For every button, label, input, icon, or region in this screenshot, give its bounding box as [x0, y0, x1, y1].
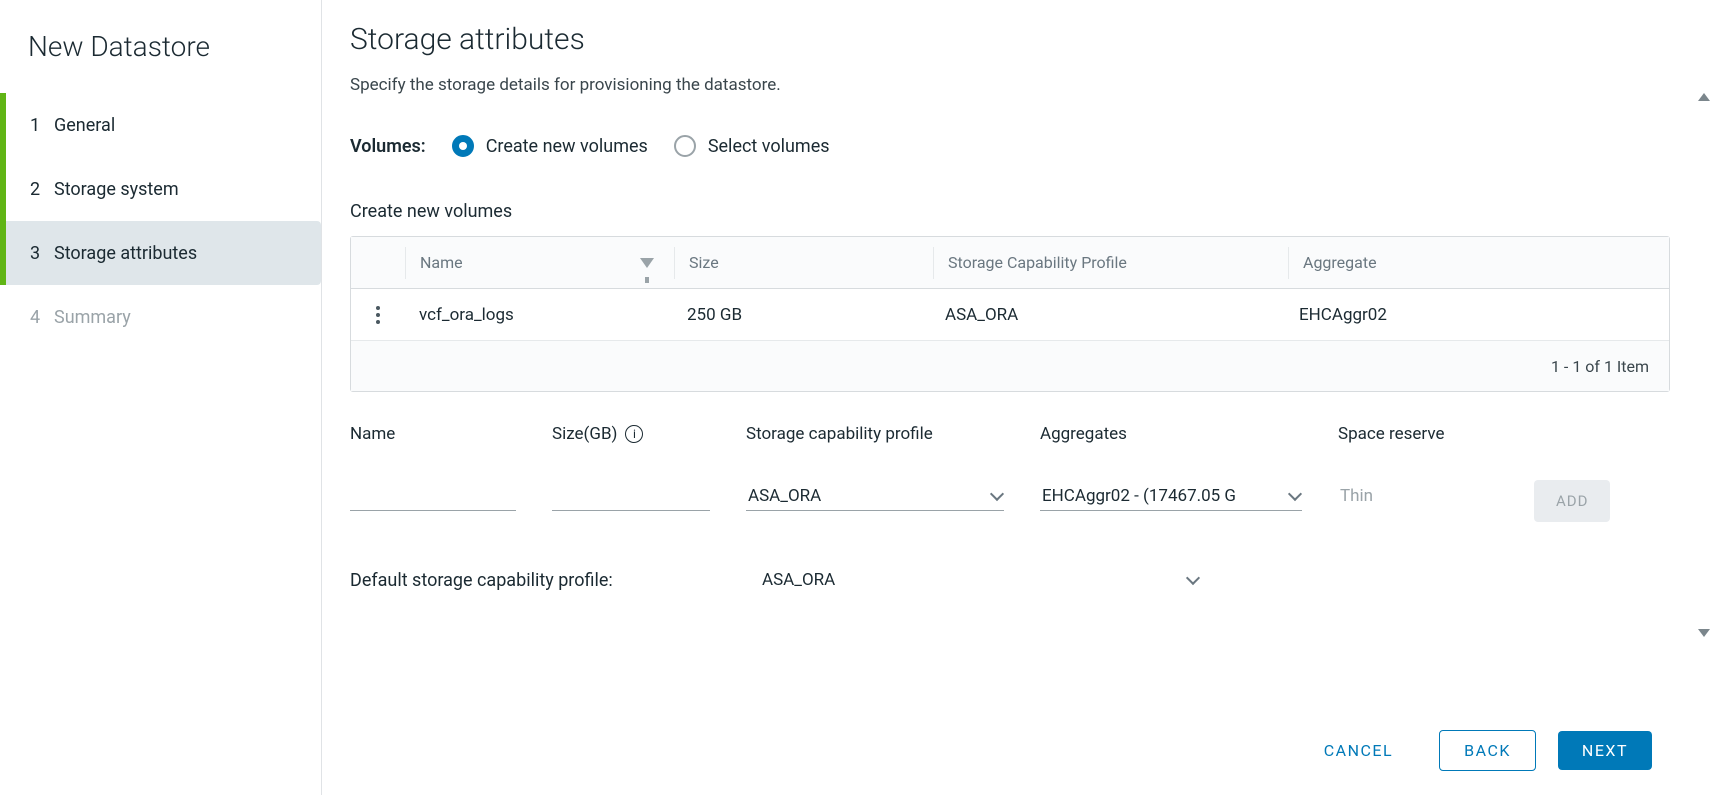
name-input[interactable]	[350, 482, 516, 511]
radio-select-volumes[interactable]: Select volumes	[674, 135, 830, 157]
cell-name: vcf_ora_logs	[405, 305, 673, 325]
page-subtitle: Specify the storage details for provisio…	[350, 75, 1670, 95]
scroll-down-icon[interactable]	[1698, 626, 1710, 640]
table-pagination: 1 - 1 of 1 Item	[351, 341, 1669, 391]
radio-icon	[674, 135, 696, 157]
label-name: Name	[350, 424, 516, 444]
step-label: Storage attributes	[54, 243, 197, 264]
step-label: Storage system	[54, 179, 179, 200]
step-label: General	[54, 115, 115, 136]
info-icon[interactable]: i	[625, 425, 643, 443]
size-input[interactable]	[552, 482, 710, 511]
volumes-table: Name Size Storage Capability Profile Agg…	[350, 236, 1670, 392]
cancel-button[interactable]: CANCEL	[1300, 731, 1417, 770]
step-label: Summary	[54, 307, 131, 328]
aggregates-value: EHCAggr02 - (17467.05 G	[1042, 486, 1236, 506]
radio-create-new-volumes[interactable]: Create new volumes	[452, 135, 648, 157]
aggregates-select[interactable]: EHCAggr02 - (17467.05 G	[1040, 482, 1302, 511]
chevron-down-icon	[990, 487, 1004, 501]
label-default-scp: Default storage capability profile:	[350, 570, 760, 591]
step-summary: 4 Summary	[0, 285, 321, 349]
table-row: vcf_ora_logs 250 GB ASA_ORA EHCAggr02	[351, 289, 1669, 341]
row-actions-menu-icon[interactable]	[376, 306, 380, 324]
main-panel: Storage attributes Specify the storage d…	[322, 0, 1710, 795]
back-button[interactable]: BACK	[1439, 730, 1536, 771]
step-storage-system[interactable]: 2 Storage system	[0, 157, 321, 221]
cell-aggregate: EHCAggr02	[1285, 305, 1669, 325]
chevron-down-icon	[1186, 571, 1200, 585]
label-space-reserve: Space reserve	[1338, 424, 1498, 444]
step-storage-attributes[interactable]: 3 Storage attributes	[0, 221, 321, 285]
cell-size: 250 GB	[673, 305, 931, 325]
wizard-footer: CANCEL BACK NEXT	[350, 705, 1680, 795]
label-size: Size(GB)	[552, 424, 617, 444]
col-header-size: Size	[675, 253, 933, 272]
default-scp-select[interactable]: ASA_ORA	[760, 566, 1200, 594]
col-header-aggregate: Aggregate	[1289, 253, 1669, 272]
table-header-row: Name Size Storage Capability Profile Agg…	[351, 237, 1669, 289]
label-aggregates: Aggregates	[1040, 424, 1302, 444]
col-header-scp: Storage Capability Profile	[934, 253, 1288, 272]
add-button[interactable]: ADD	[1534, 480, 1610, 522]
next-button[interactable]: NEXT	[1558, 731, 1652, 770]
filter-icon[interactable]	[640, 258, 654, 268]
create-volumes-heading: Create new volumes	[350, 201, 1670, 222]
col-header-name: Name	[420, 253, 463, 272]
space-reserve-value: Thin	[1338, 482, 1498, 510]
radio-icon	[452, 135, 474, 157]
default-scp-value: ASA_ORA	[762, 570, 835, 590]
page-title: Storage attributes	[350, 22, 1670, 57]
step-general[interactable]: 1 General	[0, 93, 321, 157]
label-scp: Storage capability profile	[746, 424, 1004, 444]
radio-label: Create new volumes	[486, 136, 648, 157]
radio-label: Select volumes	[708, 136, 830, 157]
chevron-down-icon	[1288, 487, 1302, 501]
scp-select[interactable]: ASA_ORA	[746, 482, 1004, 511]
scroll-up-icon[interactable]	[1698, 90, 1710, 104]
cell-scp: ASA_ORA	[931, 305, 1285, 325]
wizard-title: New Datastore	[0, 20, 321, 93]
volumes-label: Volumes:	[350, 136, 426, 157]
scp-value: ASA_ORA	[748, 486, 821, 506]
wizard-sidebar: New Datastore 1 General 2 Storage system…	[0, 0, 322, 795]
